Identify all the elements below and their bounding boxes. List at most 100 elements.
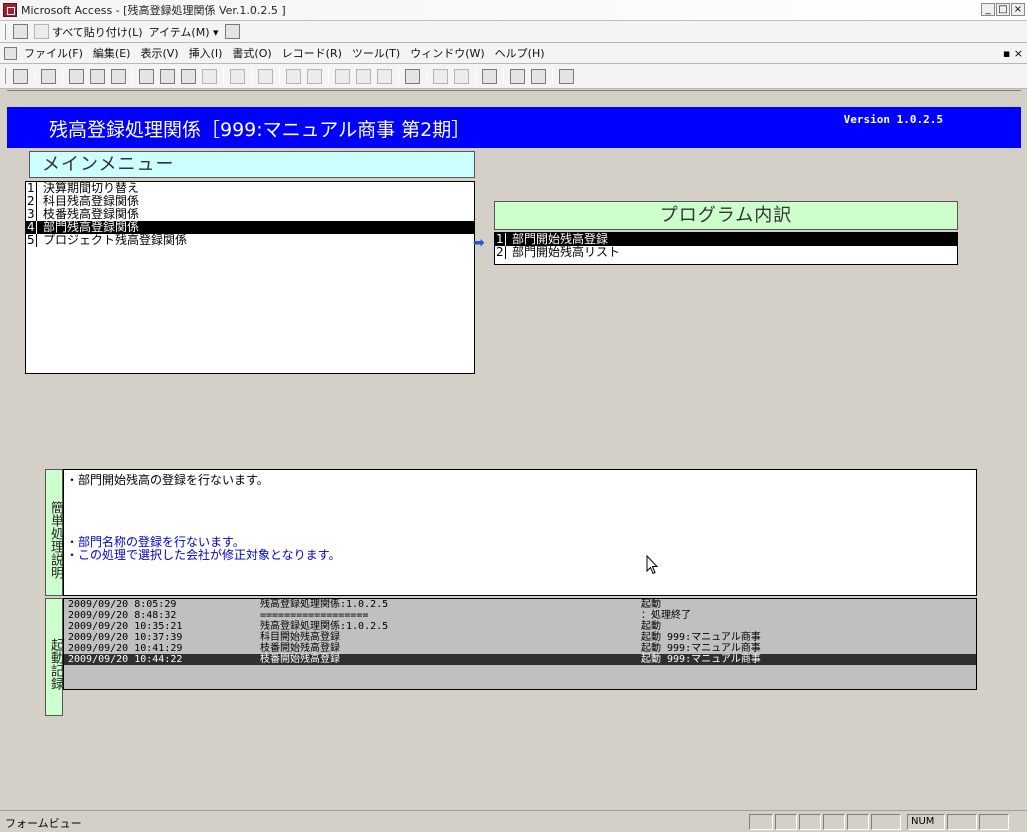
maximize-button[interactable]: □ bbox=[996, 3, 1010, 16]
design-view-icon bbox=[13, 68, 28, 84]
undo-icon bbox=[230, 68, 245, 84]
log-program: 枝番開始残高登録 bbox=[260, 654, 340, 665]
format-painter-button[interactable] bbox=[199, 67, 220, 85]
filter-form-icon bbox=[356, 68, 371, 84]
database-window-button[interactable] bbox=[507, 67, 528, 85]
log-time: 2009/09/20 8:48:32 bbox=[68, 610, 177, 621]
status-pane bbox=[823, 814, 845, 830]
item-number: 5 bbox=[26, 234, 37, 247]
status-pane bbox=[749, 814, 773, 830]
save-button[interactable] bbox=[38, 67, 59, 85]
copy-button[interactable] bbox=[157, 67, 178, 85]
properties-button[interactable] bbox=[479, 67, 500, 85]
form-view: 残高登録処理関係［999:マニュアル商事 第2期］ Version 1.0.2.… bbox=[7, 90, 1021, 807]
spelling-button[interactable] bbox=[108, 67, 129, 85]
description-box: ・部門開始残高の登録を行ないます。 ・部門名称の登録を行ないます。 ・この処理で… bbox=[63, 469, 977, 596]
log-row[interactable]: 2009/09/20 8:05:29 残高登録処理関係:1.0.2.5 起動 bbox=[64, 599, 976, 610]
format-painter-icon bbox=[202, 68, 217, 84]
log-row[interactable]: 2009/09/20 10:35:21 残高登録処理関係:1.0.2.5 起動 bbox=[64, 621, 976, 632]
items-label: アイテム(M) ▾ bbox=[148, 25, 219, 39]
sort-descending-icon bbox=[307, 68, 322, 84]
print-preview-button[interactable] bbox=[87, 67, 108, 85]
sort-ascending-icon bbox=[286, 68, 301, 84]
form-title: 残高登録処理関係［999:マニュアル商事 第2期］ bbox=[49, 119, 471, 141]
paste-button[interactable] bbox=[178, 67, 199, 85]
close-button[interactable]: × bbox=[1011, 3, 1025, 16]
program-item[interactable]: 2 部門開始残高リスト bbox=[495, 246, 957, 259]
print-button[interactable] bbox=[66, 67, 87, 85]
clipboard-toolbar: すべて貼り付け(L) アイテム(M) ▾ bbox=[0, 21, 1027, 43]
log-time: 2009/09/20 10:35:21 bbox=[68, 621, 183, 632]
status-pane bbox=[871, 814, 901, 830]
save-icon bbox=[41, 68, 56, 84]
filter-by-selection-button[interactable] bbox=[332, 67, 353, 85]
menu-records[interactable]: レコード(R) bbox=[277, 45, 347, 61]
separator bbox=[34, 68, 35, 84]
clear-clipboard-icon bbox=[224, 24, 240, 39]
log-program: 残高登録処理関係:1.0.2.5 bbox=[260, 621, 389, 632]
log-action: 起動 999:マニュアル商事 bbox=[641, 643, 761, 654]
view-button[interactable] bbox=[10, 67, 31, 85]
toolbar-grip[interactable] bbox=[3, 23, 6, 40]
description-line: ・この処理で選択した会社が修正対象となります。 bbox=[66, 548, 341, 562]
program-list-title: プログラム内訳 bbox=[494, 201, 958, 230]
binoculars-icon bbox=[405, 68, 420, 84]
new-record-button[interactable] bbox=[430, 67, 451, 85]
menu-file[interactable]: ファイル(F) bbox=[19, 45, 88, 61]
title-bar: Microsoft Access - [残高登録処理関係 Ver.1.0.2.5… bbox=[0, 0, 1027, 21]
sort-descending-button[interactable] bbox=[304, 67, 325, 85]
minimize-button[interactable]: _ bbox=[981, 3, 995, 16]
startup-log-list[interactable]: 2009/09/20 8:05:29 残高登録処理関係:1.0.2.5 起動 200… bbox=[63, 598, 977, 690]
log-time: 2009/09/20 8:05:29 bbox=[68, 599, 177, 610]
form-icon[interactable] bbox=[4, 46, 17, 60]
copy-button[interactable] bbox=[10, 23, 31, 41]
paste-icon bbox=[181, 68, 196, 84]
log-action: 起動 bbox=[641, 621, 661, 632]
separator bbox=[503, 68, 504, 84]
new-object-icon bbox=[531, 68, 546, 84]
program-list[interactable]: 1 部門開始残高登録 2 部門開始残高リスト bbox=[494, 232, 958, 265]
access-app-icon[interactable] bbox=[3, 3, 17, 17]
num-lock-indicator: NUM bbox=[907, 814, 945, 830]
log-row[interactable]: 2009/09/20 10:37:39 科目開始残高登録 起動 999:マニュアル商… bbox=[64, 632, 976, 643]
delete-record-button[interactable] bbox=[451, 67, 472, 85]
description-line: ・部門開始残高の登録を行ないます。 bbox=[66, 473, 269, 487]
menu-insert[interactable]: 挿入(I) bbox=[184, 45, 228, 61]
log-time: 2009/09/20 10:44:22 bbox=[68, 654, 183, 665]
database-window-icon bbox=[510, 68, 525, 84]
menu-window[interactable]: ウィンドウ(W) bbox=[405, 45, 489, 61]
cut-button[interactable] bbox=[136, 67, 157, 85]
menu-view[interactable]: 表示(V) bbox=[135, 45, 183, 61]
paste-all-button[interactable]: すべて貼り付け(L) bbox=[31, 23, 146, 41]
hyperlink-icon bbox=[258, 68, 273, 84]
main-menu-item[interactable]: 5 プロジェクト残高登録関係 bbox=[26, 234, 474, 247]
sort-ascending-button[interactable] bbox=[283, 67, 304, 85]
mdi-controls[interactable]: ▪ × bbox=[1003, 47, 1023, 60]
log-row[interactable]: 2009/09/20 10:41:29 枝番開始残高登録 起動 999:マニュアル商… bbox=[64, 643, 976, 654]
log-row-selected[interactable]: 2009/09/20 10:44:22 枝番開始残高登録 起動 999:マニュアル商… bbox=[64, 654, 976, 665]
spelling-icon bbox=[111, 68, 126, 84]
items-dropdown[interactable]: アイテム(M) ▾ bbox=[146, 23, 222, 41]
cut-icon bbox=[139, 68, 154, 84]
filter-selection-icon bbox=[335, 68, 350, 84]
log-row[interactable]: 2009/09/20 8:48:32 ================== ：処理終… bbox=[64, 610, 976, 621]
clear-clipboard-button[interactable] bbox=[222, 23, 243, 41]
undo-button[interactable] bbox=[227, 67, 248, 85]
apply-filter-button[interactable] bbox=[374, 67, 395, 85]
new-object-button[interactable] bbox=[528, 67, 549, 85]
menu-tools[interactable]: ツール(T) bbox=[347, 45, 405, 61]
form-header: 残高登録処理関係［999:マニュアル商事 第2期］ Version 1.0.2.… bbox=[7, 107, 1021, 148]
help-button[interactable] bbox=[556, 67, 577, 85]
hyperlink-button[interactable] bbox=[255, 67, 276, 85]
filter-by-form-button[interactable] bbox=[353, 67, 374, 85]
paste-icon bbox=[34, 24, 49, 39]
main-menu-list[interactable]: 1 決算期間切り替え 2 科目残高登録関係 3 枝番残高登録関係 4 部門残高登録関係 … bbox=[25, 181, 475, 374]
menu-format[interactable]: 書式(O) bbox=[227, 45, 276, 61]
menu-edit[interactable]: 編集(E) bbox=[88, 45, 136, 61]
menu-help[interactable]: ヘルプ(H) bbox=[490, 45, 550, 61]
log-program: ================== bbox=[260, 610, 369, 621]
separator bbox=[552, 68, 553, 84]
copy-icon bbox=[160, 68, 175, 84]
find-button[interactable] bbox=[402, 67, 423, 85]
toolbar-grip[interactable] bbox=[3, 68, 6, 84]
